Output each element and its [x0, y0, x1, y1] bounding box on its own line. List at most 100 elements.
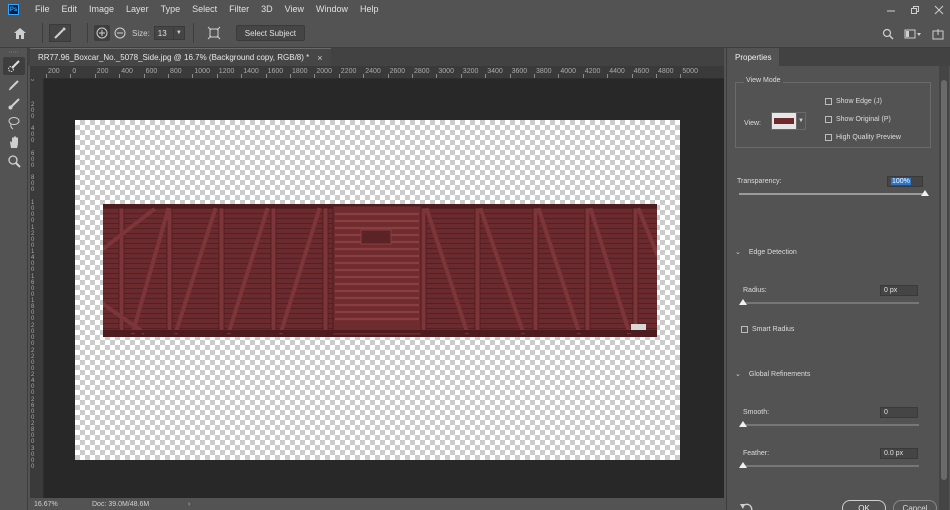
menu-item-3d[interactable]: 3D	[255, 0, 279, 19]
chevron-down-icon[interactable]: ▼	[173, 26, 185, 40]
add-to-selection-icon[interactable]	[94, 25, 110, 41]
menu-item-image[interactable]: Image	[83, 0, 120, 19]
ruler-tick-label: 400	[121, 68, 133, 75]
transparency-input[interactable]: 100%	[887, 176, 923, 187]
menu-item-window[interactable]: Window	[310, 0, 354, 19]
brush-size-input[interactable]: 13	[153, 26, 174, 40]
search-icon[interactable]	[882, 28, 894, 40]
view-mode-title: View Mode	[744, 77, 783, 84]
show-edge-checkbox[interactable]	[825, 98, 832, 105]
ruler-tick	[46, 74, 47, 78]
size-label: Size:	[132, 28, 150, 38]
close-icon[interactable]	[934, 5, 944, 15]
slider-thumb[interactable]	[921, 190, 929, 196]
ruler-tick-label: 2800	[414, 68, 430, 75]
properties-panel: Properties View Mode View: ▼ Show Edge (…	[726, 48, 950, 510]
canvas-area[interactable]	[44, 79, 724, 498]
ruler-tick-label: 5000	[682, 68, 698, 75]
status-menu-arrow-icon[interactable]: ›	[188, 501, 190, 508]
document-canvas[interactable]	[75, 120, 680, 460]
subtract-from-selection-icon[interactable]	[112, 25, 128, 41]
chevron-down-icon[interactable]: ▼	[797, 112, 806, 130]
slider-thumb[interactable]	[739, 421, 747, 427]
ruler-tick-label: 4000	[560, 68, 576, 75]
slider-thumb[interactable]	[739, 299, 747, 305]
radius-slider[interactable]	[739, 299, 919, 305]
smooth-input[interactable]: 0	[880, 407, 918, 418]
global-refinements-header[interactable]: ⌄ Global Refinements	[735, 370, 810, 379]
menu-item-filter[interactable]: Filter	[223, 0, 255, 19]
ruler-tick	[656, 74, 657, 78]
share-icon[interactable]	[932, 28, 944, 40]
options-bar: Size: 13 ▼ Select Subject	[0, 19, 950, 48]
menu-item-help[interactable]: Help	[354, 0, 385, 19]
separator	[42, 23, 43, 43]
zoom-tool-icon[interactable]	[3, 152, 25, 170]
feather-slider[interactable]	[739, 462, 919, 468]
quick-selection-tool-preset-icon[interactable]	[49, 24, 71, 42]
lasso-tool-icon[interactable]	[3, 114, 25, 132]
ruler-tick	[192, 74, 194, 78]
show-edge-option[interactable]: Show Edge (J)	[825, 98, 882, 105]
refine-edge-brush-icon[interactable]	[3, 76, 25, 94]
ruler-tick	[534, 74, 535, 78]
workspace-icon[interactable]	[904, 28, 922, 40]
zoom-level[interactable]: 16.67%	[34, 501, 78, 508]
high-quality-preview-option[interactable]: High Quality Preview	[825, 134, 901, 141]
slider-thumb[interactable]	[739, 462, 747, 468]
menu-item-view[interactable]: View	[279, 0, 310, 19]
ruler-tick-label: 2 8 0 0	[31, 421, 35, 446]
view-mode-thumbnail[interactable]	[771, 112, 797, 130]
sample-all-layers-icon[interactable]	[206, 25, 222, 41]
select-subject-button[interactable]: Select Subject	[235, 25, 305, 41]
smart-radius-option[interactable]: Smart Radius	[741, 326, 794, 333]
brush-tool-icon[interactable]	[3, 95, 25, 113]
quick-selection-tool-icon[interactable]	[3, 57, 25, 75]
ok-button[interactable]: OK	[842, 500, 886, 510]
ruler-tick-label: 2400	[365, 68, 381, 75]
home-icon[interactable]	[12, 25, 28, 41]
ruler-tick-label: 1200	[218, 68, 235, 75]
menu-item-select[interactable]: Select	[186, 0, 223, 19]
chevron-down-icon[interactable]: ⌄	[735, 370, 741, 378]
feather-input[interactable]: 0.0 px	[880, 448, 918, 459]
tab-properties[interactable]: Properties	[727, 48, 780, 66]
reset-icon[interactable]	[739, 502, 753, 510]
photoshop-logo-icon: Ps	[8, 4, 19, 15]
scrollbar-thumb[interactable]	[941, 80, 947, 480]
ruler-tick-label: 1 0 0 0	[31, 200, 35, 224]
high-quality-preview-checkbox[interactable]	[825, 134, 832, 141]
chevron-down-icon[interactable]: ⌄	[735, 248, 741, 256]
ruler-tick	[607, 74, 609, 78]
transparency-slider[interactable]	[739, 190, 929, 196]
document-tab-title: RR77.96_Boxcar_No._5078_Side.jpg @ 16.7%…	[38, 53, 310, 62]
menu-item-edit[interactable]: Edit	[56, 0, 84, 19]
radius-input[interactable]: 0 px	[880, 285, 918, 296]
ruler-tick-label: 6 0 0	[31, 150, 35, 169]
document-tab[interactable]: RR77.96_Boxcar_No._5078_Side.jpg @ 16.7%…	[30, 48, 331, 66]
restore-icon[interactable]	[910, 5, 920, 15]
ruler-tick-label: 4600	[633, 68, 650, 75]
menu-item-file[interactable]: File	[29, 0, 56, 19]
menu-item-layer[interactable]: Layer	[120, 0, 155, 19]
show-original-option[interactable]: Show Original (P)	[825, 116, 891, 123]
menu-item-type[interactable]: Type	[155, 0, 187, 19]
edge-detection-header[interactable]: ⌄ Edge Detection	[735, 248, 797, 257]
smart-radius-checkbox[interactable]	[741, 326, 748, 333]
ruler-tick-label: 200	[96, 68, 109, 75]
minimize-icon[interactable]	[886, 5, 896, 15]
ruler-tick	[509, 74, 511, 78]
ruler-tick-label: 3400	[487, 68, 503, 75]
hand-tool-icon[interactable]	[3, 133, 25, 151]
vertical-ruler[interactable]: 0 2 0 0 4 0 0 6 0 0 8 0 0 1 0 0 01 2 0 01 4 0…	[30, 79, 44, 498]
horizontal-ruler[interactable]: 200 0 200 400 600 800 1000 1200 1400 1600 1800 2000…	[44, 66, 724, 79]
ruler-tick-label: 1 2 0 0	[31, 224, 35, 249]
cancel-button[interactable]: Cancel	[893, 500, 937, 510]
ruler-tick	[582, 74, 584, 78]
close-tab-icon[interactable]: ×	[317, 53, 322, 63]
ruler-tick	[631, 74, 633, 78]
smooth-slider[interactable]	[739, 421, 919, 427]
show-original-checkbox[interactable]	[825, 116, 832, 123]
ruler-tick-label: 3600	[511, 68, 528, 75]
properties-scrollbar[interactable]	[939, 66, 949, 510]
